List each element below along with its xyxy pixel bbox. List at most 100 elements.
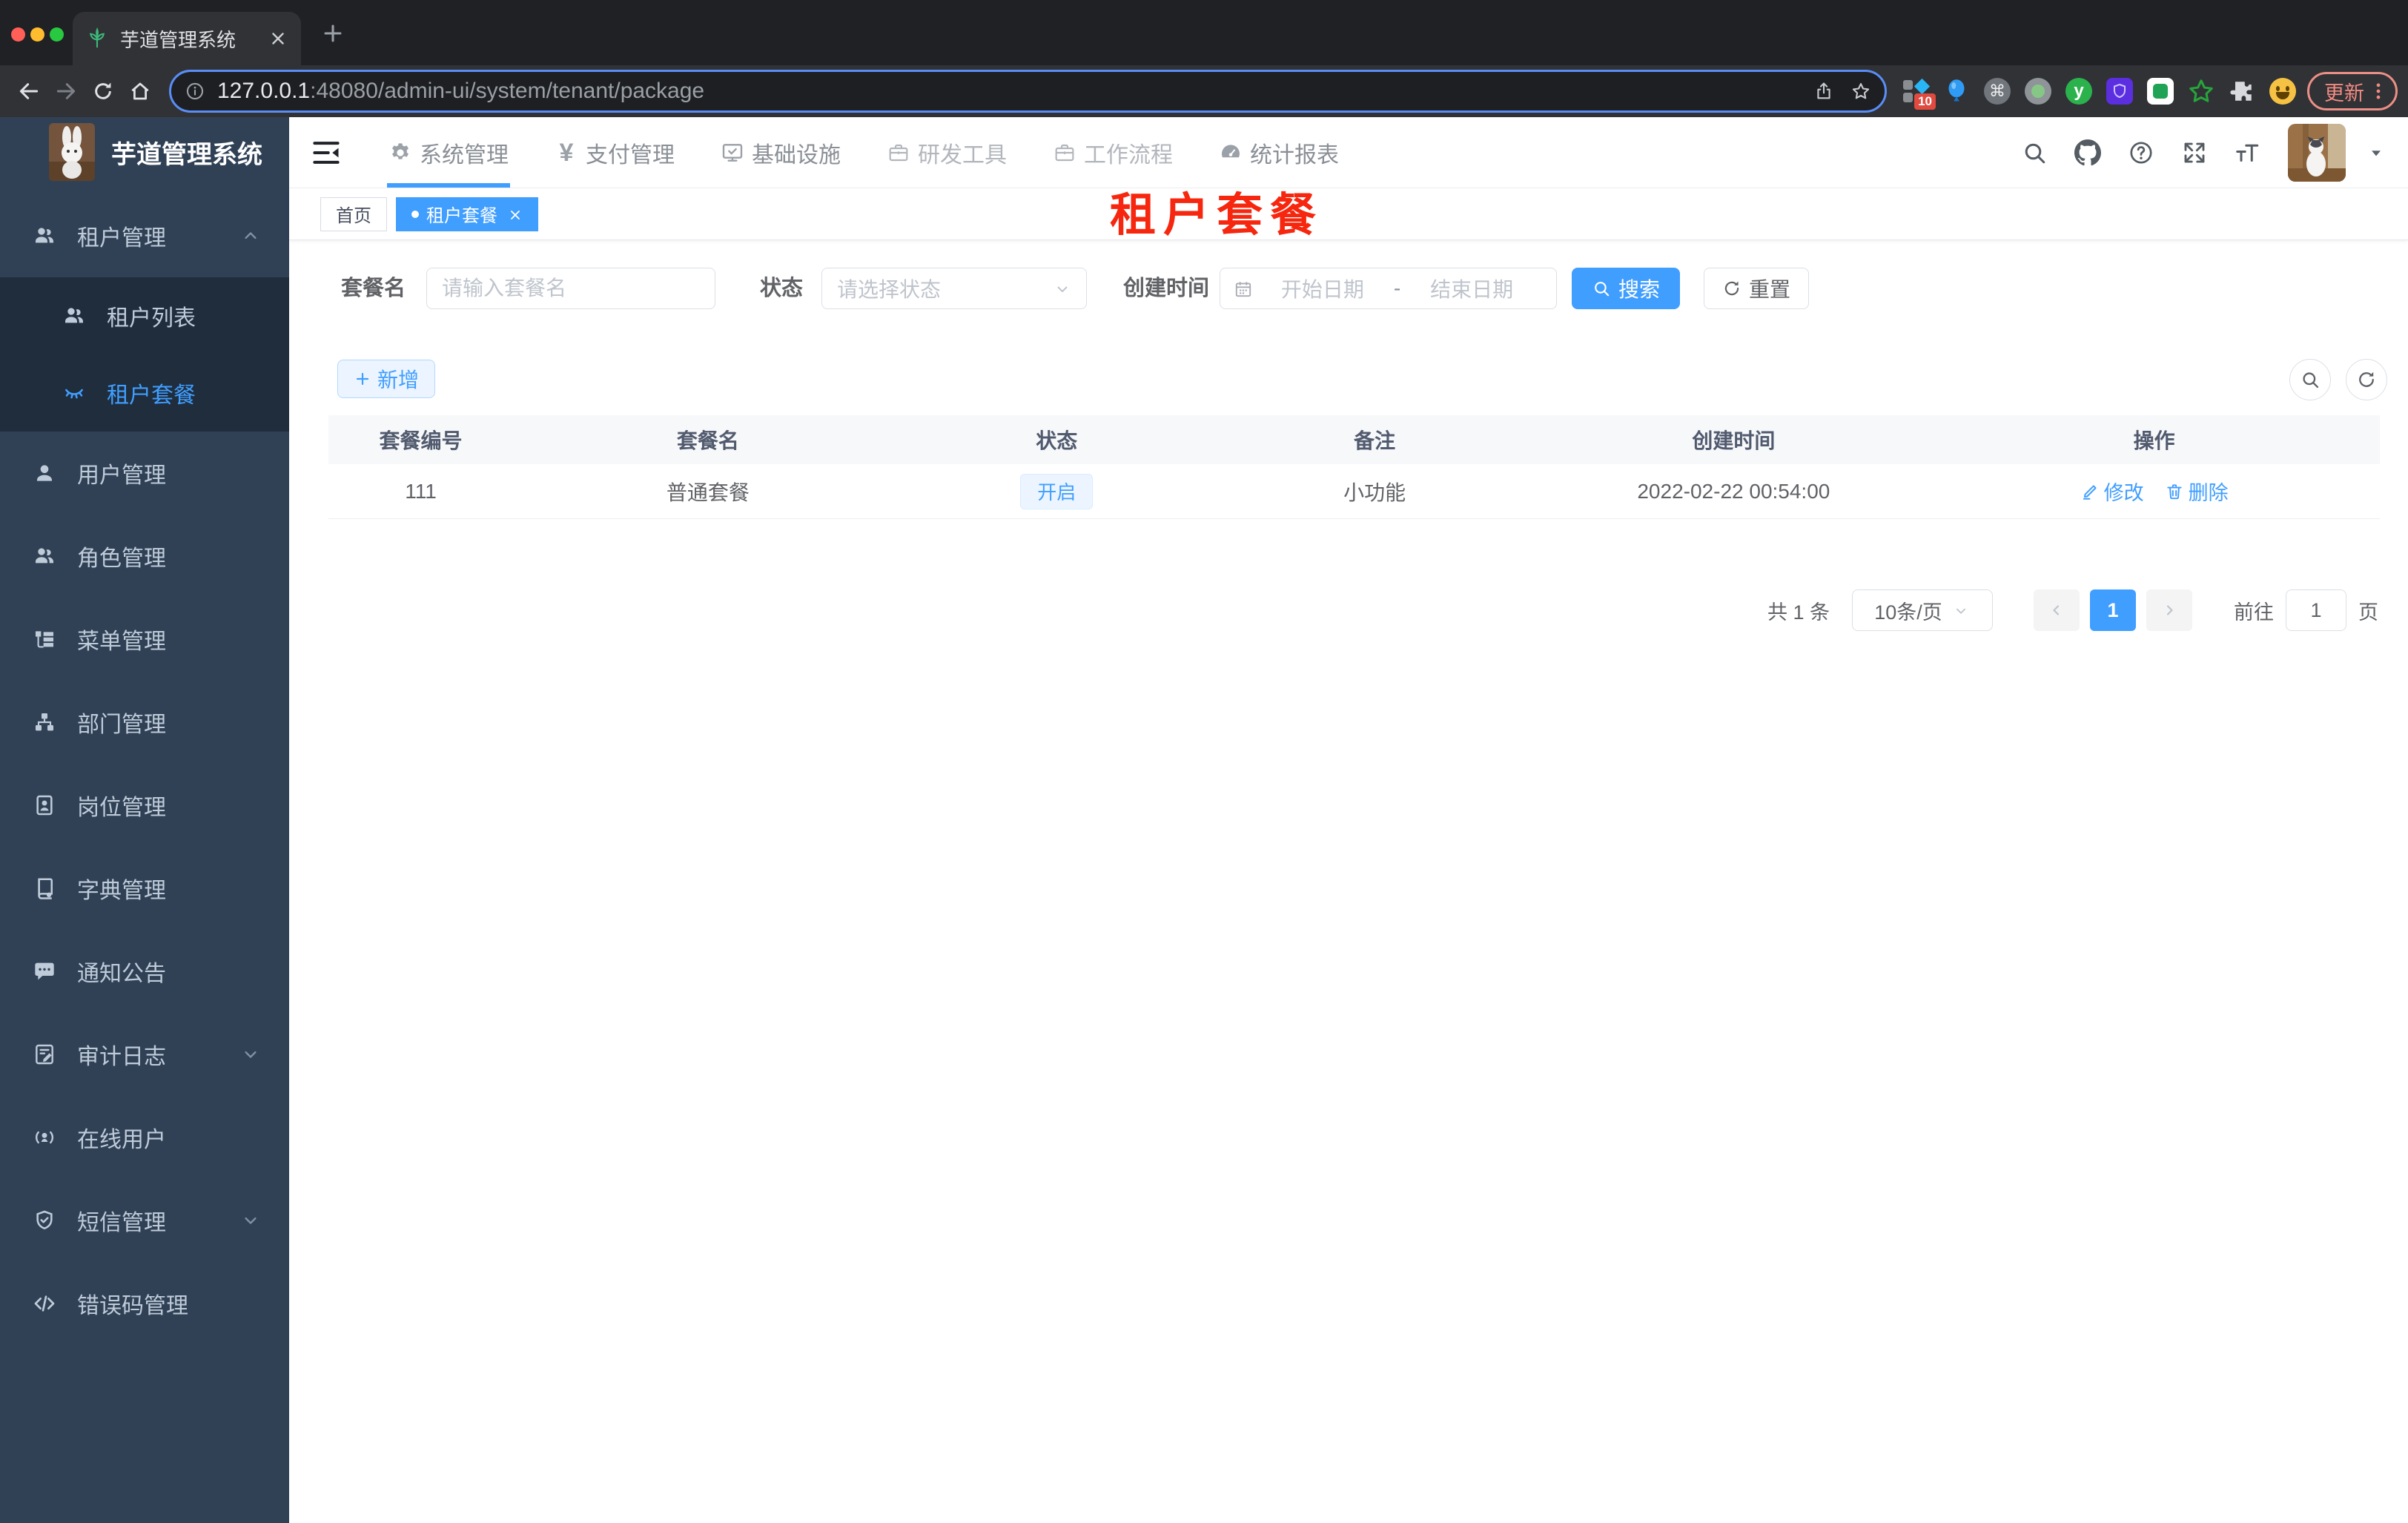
user-icon (33, 461, 56, 485)
bookmark-star-icon[interactable] (1850, 81, 1871, 102)
chevron-down-icon (240, 1210, 261, 1231)
app-title: 芋道管理系统 (111, 140, 262, 169)
fullscreen-icon[interactable] (2181, 139, 2208, 166)
sidebar-item-error-code-management[interactable]: 错误码管理 (0, 1262, 289, 1345)
date-range-picker[interactable]: 开始日期 - 结束日期 (1220, 268, 1557, 309)
sidebar-item-post-management[interactable]: 岗位管理 (0, 764, 289, 847)
sidebar-item-tenant-list[interactable]: 租户列表 (0, 277, 289, 354)
extension-command-icon[interactable]: ⌘ (1983, 77, 2011, 105)
site-info-icon[interactable] (185, 81, 205, 102)
chevron-up-icon (240, 225, 261, 246)
browser-menu-dots-icon[interactable] (2367, 80, 2389, 102)
sidebar-submenu-tenant: 租户列表 租户套餐 (0, 277, 289, 432)
window-minimize-button[interactable] (30, 27, 44, 42)
browser-tab[interactable]: 芋道管理系统 (73, 12, 301, 65)
tab-workflow[interactable]: 工作流程 (1053, 117, 1173, 188)
page-size-select[interactable]: 10条/页 (1852, 589, 1993, 631)
tab-report[interactable]: 统计报表 (1219, 117, 1339, 188)
current-page-button[interactable]: 1 (2090, 589, 2136, 631)
font-size-icon[interactable] (2235, 139, 2261, 166)
new-tab-button[interactable] (320, 21, 345, 46)
sidebar-item-notice[interactable]: 通知公告 (0, 930, 289, 1013)
sidebar-item-role-management[interactable]: 角色管理 (0, 515, 289, 598)
goto-page-input[interactable] (2286, 589, 2346, 631)
sidebar: 芋道管理系统 租户管理 租户列表 租户套餐 用户管理 角色管理 菜单管理 部门管… (0, 117, 289, 1523)
tag-home[interactable]: 首页 (320, 196, 387, 231)
refresh-icon (1722, 279, 1742, 298)
caret-down-icon[interactable] (2366, 143, 2386, 162)
home-button[interactable] (122, 73, 159, 110)
tab-system-management[interactable]: 系统管理 (387, 117, 510, 188)
extension-star-icon[interactable] (2187, 77, 2215, 105)
forward-button[interactable] (47, 73, 85, 110)
delete-link[interactable]: 删除 (2165, 477, 2229, 506)
chevron-down-icon (240, 1044, 261, 1065)
share-icon[interactable] (1813, 81, 1834, 102)
extensions-row: 10 ⌘ y (1902, 77, 2297, 110)
window-close-button[interactable] (11, 27, 25, 42)
tab-payment-management[interactable]: 支付管理 (555, 117, 675, 188)
search-icon[interactable] (2021, 139, 2048, 166)
sidebar-item-online-users[interactable]: 在线用户 (0, 1096, 289, 1179)
next-page-button[interactable] (2146, 589, 2192, 631)
sidebar-item-tenant-package[interactable]: 租户套餐 (0, 354, 289, 432)
refresh-table-button[interactable] (2346, 359, 2387, 400)
message-icon (33, 959, 56, 983)
sidebar-item-user-management[interactable]: 用户管理 (0, 432, 289, 515)
github-icon[interactable] (2074, 139, 2101, 166)
sidebar-fold-icon[interactable] (310, 136, 343, 169)
search-icon (2300, 369, 2321, 390)
extension-balloon-icon[interactable] (1942, 77, 1971, 105)
org-tree-icon (33, 710, 56, 734)
logo-rabbit-image (49, 123, 95, 181)
favicon-plant-icon (86, 27, 108, 50)
show-search-togg1e-button[interactable] (2289, 359, 2331, 400)
back-button[interactable] (10, 73, 47, 110)
address-bar[interactable]: 127.0.0.1:48080/admin-ui/system/tenant/p… (169, 70, 1887, 113)
window-zoom-button[interactable] (50, 27, 64, 42)
cell-remark: 小功能 (1343, 480, 1406, 504)
sidebar-item-dict-management[interactable]: 字典管理 (0, 847, 289, 930)
profile-emoji-icon[interactable] (2269, 77, 2297, 105)
col-status: 状态 (1036, 429, 1078, 452)
extension-shield-icon[interactable] (2106, 77, 2134, 105)
sidebar-item-audit-log[interactable]: 审计日志 (0, 1013, 289, 1096)
extension-tabs-icon[interactable]: 10 (1902, 77, 1936, 110)
app-logo[interactable]: 芋道管理系统 (0, 117, 289, 187)
tab-close-icon[interactable] (268, 29, 288, 48)
help-icon[interactable] (2128, 139, 2154, 166)
sidebar-item-sms-management[interactable]: 短信管理 (0, 1179, 289, 1262)
chevron-left-icon (2048, 601, 2065, 619)
navbar-actions (2021, 117, 2386, 188)
status-label: 状态 (760, 277, 804, 300)
cell-package-id: 111 (405, 479, 437, 503)
package-name-input[interactable] (426, 268, 715, 309)
chevron-down-icon (1054, 280, 1071, 297)
search-button[interactable]: 搜索 (1572, 268, 1680, 309)
reset-button[interactable]: 重置 (1704, 268, 1809, 309)
cell-created: 2022-02-22 00:54:00 (1637, 479, 1830, 503)
tag-tenant-package[interactable]: 租户套餐 (396, 196, 538, 231)
browser-update-button[interactable]: 更新 (2307, 72, 2398, 110)
status-select[interactable]: 请选择状态 (821, 268, 1087, 309)
user-avatar[interactable] (2288, 124, 2346, 182)
sidebar-item-dept-management[interactable]: 部门管理 (0, 681, 289, 764)
extension-y-icon[interactable]: y (2065, 77, 2093, 105)
prev-page-button[interactable] (2034, 589, 2080, 631)
right-pane: 系统管理 支付管理 基础设施 研发工具 (289, 117, 2408, 1523)
extension-green-chat-icon[interactable] (2146, 77, 2174, 105)
tab-infrastructure[interactable]: 基础设施 (721, 117, 841, 188)
tag-close-icon[interactable] (508, 207, 523, 222)
edit-link[interactable]: 修改 (2080, 477, 2144, 506)
date-start-placeholder: 开始日期 (1280, 278, 1364, 301)
package-table: 套餐编号 套餐名 状态 备注 创建时间 操作 111 普通套餐 开启 小功能 2… (328, 415, 2380, 519)
page-unit-label: 页 (2358, 601, 2378, 624)
extension-recorder-icon[interactable] (2024, 77, 2052, 105)
add-button[interactable]: 新增 (337, 360, 435, 398)
extensions-puzzle-icon[interactable] (2228, 77, 2256, 105)
users-icon (62, 304, 86, 328)
tab-dev-tools[interactable]: 研发工具 (887, 117, 1007, 188)
reload-button[interactable] (85, 73, 122, 110)
sidebar-item-tenant-management[interactable]: 租户管理 (0, 194, 289, 277)
sidebar-item-menu-management[interactable]: 菜单管理 (0, 598, 289, 681)
